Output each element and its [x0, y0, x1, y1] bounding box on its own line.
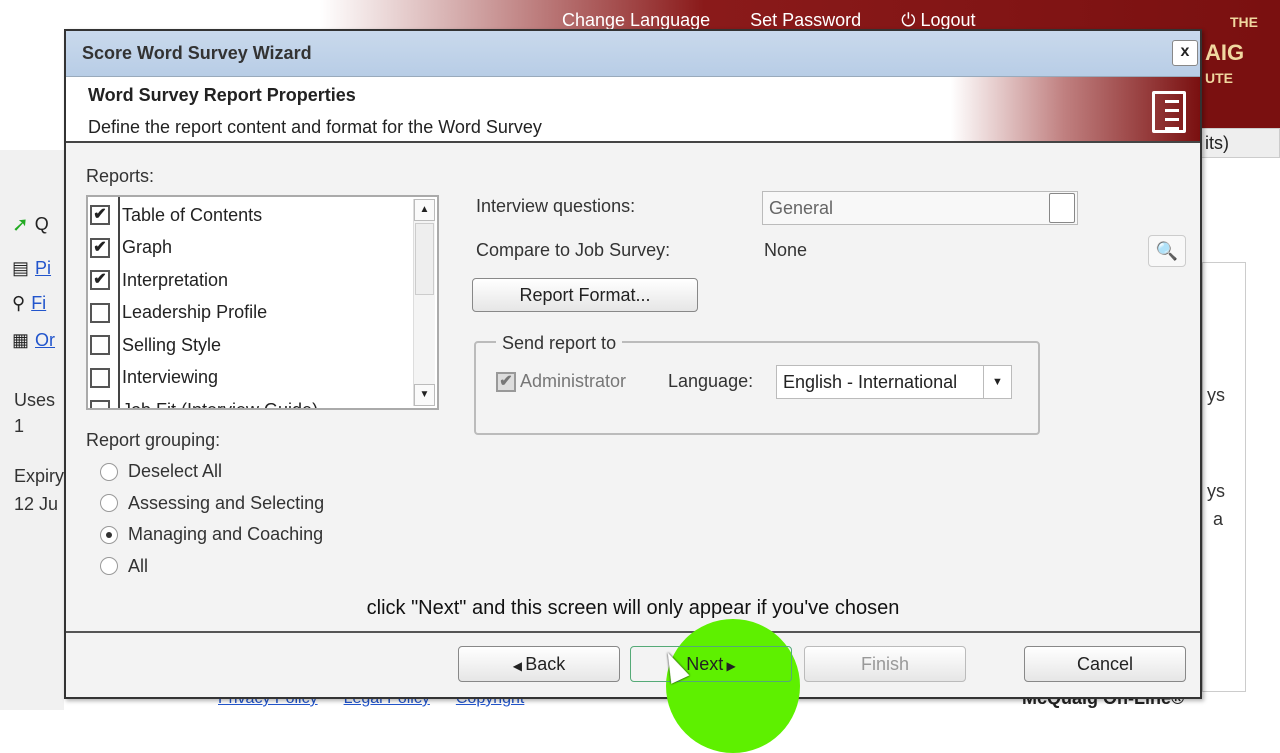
background-tab[interactable]: its) [1198, 128, 1280, 158]
interview-label: Interview questions: [476, 196, 636, 216]
scroll-up-icon[interactable]: ▲ [414, 199, 435, 221]
report-item[interactable]: ✔ Graph [88, 232, 172, 264]
header-subtitle: Define the report content and format for… [88, 117, 542, 137]
report-item[interactable]: ✔ Table of Contents [88, 199, 262, 231]
checkmark-icon: ✔ [496, 371, 516, 392]
report-item[interactable]: Job Fit (Interview Guide) [88, 394, 319, 410]
report-item[interactable]: Interviewing [88, 362, 218, 394]
scroll-thumb[interactable] [415, 223, 434, 295]
report-checkbox[interactable]: ✔ [90, 270, 110, 290]
chevron-down-icon[interactable]: ▼ [983, 366, 1011, 398]
report-item[interactable]: Leadership Profile [88, 297, 267, 329]
q-item[interactable]: ➚ Q [12, 212, 49, 237]
back-button[interactable]: ◀ Back [458, 646, 620, 682]
side-link-3[interactable]: ▦ Or [12, 330, 55, 351]
change-language-link[interactable]: Change Language [562, 10, 710, 31]
language-label: Language: [668, 371, 754, 391]
report-checkbox[interactable] [90, 302, 110, 323]
grouping-radio[interactable]: Assessing and Selecting [100, 493, 324, 514]
expiry-value: 12 Ju [14, 494, 59, 514]
reports-list[interactable]: ▲ ▼ ✔ Table of Contents ✔ Graph ✔ Interpretat… [86, 195, 439, 410]
tutorial-caption: click "Next" and this screen will only a… [366, 597, 900, 619]
grouping-label: Report grouping: [86, 430, 221, 450]
right-text: a [1213, 509, 1224, 529]
logo-top: THE [1230, 14, 1258, 30]
report-label: Graph [122, 237, 173, 257]
right-text: ys [1207, 481, 1225, 501]
stack-icon: ▤ [12, 258, 30, 278]
administrator-checkbox[interactable]: ✔ Administrator [496, 371, 626, 392]
send-report-group: Send report to ✔ Administrator Language:… [474, 333, 1040, 435]
close-button[interactable]: x [1172, 40, 1198, 66]
report-checkbox[interactable] [90, 400, 110, 408]
report-checkbox[interactable] [90, 335, 110, 355]
expiry-label: Expiry [14, 466, 65, 486]
chevron-right-icon: ▶ [723, 659, 736, 673]
grouping-label: Managing and Coaching [128, 524, 324, 544]
arrow-icon: ➚ [12, 214, 29, 236]
reports-label: Reports: [86, 166, 155, 186]
report-label: Table of Contents [122, 204, 263, 225]
report-format-button[interactable]: Report Format... [472, 278, 698, 312]
grouping-label: Deselect All [128, 461, 223, 481]
finish-button[interactable]: Finish [804, 646, 966, 682]
compare-value: None [764, 240, 808, 260]
radio-button[interactable] [100, 462, 118, 481]
language-value: English - International [783, 372, 958, 392]
dialog-title: Score Word Survey Wizard [66, 31, 1200, 77]
cancel-button[interactable]: Cancel [1024, 646, 1186, 682]
next-button[interactable]: Next ▶ [630, 646, 792, 682]
set-password-link[interactable]: Set Password [750, 10, 861, 31]
radio-button[interactable] [100, 557, 118, 575]
administrator-label: Administrator [520, 371, 627, 391]
grouping-radio[interactable]: All [100, 556, 148, 577]
logo-mid: AIG [1205, 40, 1245, 65]
background-right-panel: ys ys a [1202, 262, 1246, 692]
side-link-1[interactable]: ▤ Pi [12, 258, 51, 279]
radio-button[interactable] [100, 494, 118, 512]
language-select[interactable]: English - International ▼ [776, 365, 1012, 399]
grouping-label: All [128, 555, 149, 576]
report-checkbox[interactable] [90, 367, 110, 388]
scroll-down-icon[interactable]: ▼ [414, 384, 435, 406]
uses-value: 1 [14, 416, 25, 436]
document-icon [1152, 91, 1186, 133]
click-highlight [666, 619, 800, 753]
interview-questions-select[interactable]: General [762, 191, 1078, 225]
report-label: Interpretation [122, 269, 229, 290]
report-item[interactable]: Selling Style [88, 329, 221, 361]
report-checkbox[interactable]: ✔ [90, 237, 110, 258]
header-title: Word Survey Report Properties [88, 85, 356, 105]
side-link-2[interactable]: ⚲ Fi [12, 293, 46, 314]
magnifier-icon: ⚲ [12, 293, 26, 313]
report-label: Leadership Profile [122, 302, 268, 322]
report-label: Selling Style [122, 334, 222, 355]
report-item[interactable]: ✔ Interpretation [88, 264, 228, 296]
wizard-dialog: Score Word Survey Wizard x Word Survey R… [64, 29, 1202, 753]
dropdown-button[interactable] [1049, 193, 1075, 223]
scrollbar[interactable]: ▲ ▼ [413, 199, 435, 406]
compare-label: Compare to Job Survey: [476, 240, 671, 260]
background-sidebar: ➚ Q ▤ Pi ⚲ Fi ▦ Or Uses 1 Expiry 12 Ju [0, 150, 64, 710]
radio-button[interactable] [100, 525, 118, 544]
report-label: Job Fit (Interview Guide) [122, 399, 319, 410]
chevron-left-icon: ◀ [512, 659, 526, 673]
search-icon[interactable]: 🔍 [1148, 235, 1186, 267]
interview-value: General [769, 198, 834, 218]
report-checkbox[interactable]: ✔ [90, 205, 110, 225]
footer-divider [66, 631, 1200, 633]
grouping-radio[interactable]: Managing and Coaching [100, 524, 323, 545]
right-text: ys [1207, 385, 1225, 405]
send-report-legend: Send report to [496, 333, 623, 354]
report-label: Interviewing [122, 367, 219, 387]
document-icon: ▦ [12, 330, 30, 350]
logo-bottom: UTE [1205, 70, 1233, 86]
grouping-label: Assessing and Selecting [128, 492, 325, 513]
logout-link[interactable]: ⏻ Logout [901, 10, 975, 31]
top-nav: Change Language Set Password ⏻ Logout [562, 10, 976, 31]
power-icon: ⏻ [901, 10, 921, 30]
grouping-radio[interactable]: Deselect All [100, 461, 222, 482]
dialog-header: Word Survey Report Properties Define the… [66, 77, 1200, 143]
uses-label: Uses [14, 390, 56, 410]
